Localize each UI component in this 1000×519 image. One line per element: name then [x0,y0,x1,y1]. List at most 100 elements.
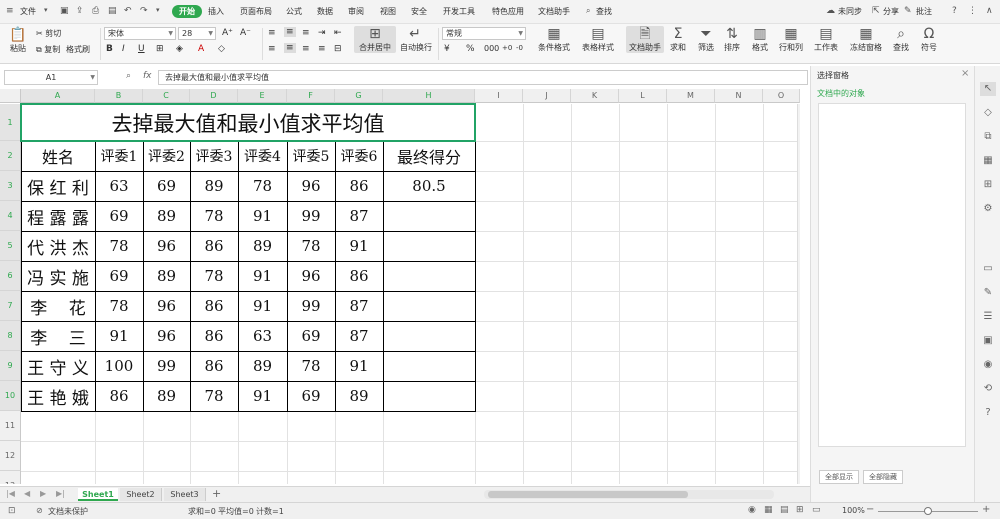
worksheet-button[interactable]: ▤ 工作表 [812,26,840,53]
zoom-level[interactable]: 100% [842,506,865,515]
data-cell[interactable] [383,261,475,291]
help-icon[interactable]: ? [952,6,957,16]
header-cell[interactable]: 最终得分 [383,141,475,171]
data-cell[interactable]: 96 [143,321,190,351]
data-cell[interactable]: 78 [287,231,335,261]
menu-icon[interactable]: ≡ [6,6,14,16]
tab-view[interactable]: 视图 [380,6,396,17]
row-header-3[interactable]: 3 [0,171,21,201]
font-name-select[interactable]: 宋体 ▼ [104,27,176,40]
tab-security[interactable]: 安全 [411,6,427,17]
header-cell[interactable]: 评委1 [95,141,143,171]
indent-icon[interactable]: ⇥ [318,28,326,38]
sheet-tab-3[interactable]: Sheet3 [164,488,206,501]
freeze-button[interactable]: ▦ 冻结窗格 [848,26,884,53]
data-cell[interactable]: 96 [287,261,335,291]
next-sheet-icon[interactable]: ▶ [40,489,46,498]
shapes-icon[interactable]: ◇ [980,106,996,120]
data-cell[interactable]: 63 [95,171,143,201]
row-header-10[interactable]: 10 [0,381,21,411]
name-box[interactable]: A1 ▼ [4,70,98,85]
tab-page-layout[interactable]: 页面布局 [240,6,272,17]
sort-button[interactable]: ⇅ 排序 [722,26,742,53]
align-top-icon[interactable]: ≡ [268,28,276,38]
zoom-in-icon[interactable]: + [982,504,990,515]
column-header-n[interactable]: N [715,89,763,103]
data-cell[interactable]: 78 [190,201,238,231]
merge-center-button[interactable]: ⊞ 合并居中 [354,26,396,53]
column-header-o[interactable]: O [763,89,800,103]
symbol-button[interactable]: Ω 符号 [918,26,940,53]
row-header-9[interactable]: 9 [0,351,21,381]
protect-status[interactable]: 文档未保护 [48,506,88,517]
column-header-b[interactable]: B [95,89,143,103]
format-painter-button[interactable]: 格式刷 [66,44,90,55]
tab-formula[interactable]: 公式 [286,6,302,17]
data-cell[interactable]: 87 [335,291,383,321]
data-cell[interactable]: 86 [335,261,383,291]
data-cell[interactable]: 96 [143,291,190,321]
close-icon[interactable]: × [961,68,969,79]
font-color-icon[interactable]: A [198,44,204,54]
justify-icon[interactable]: ≡ [318,44,326,54]
export-icon[interactable]: ⇪ [76,6,84,16]
format-button[interactable]: ▥ 格式 [750,26,770,53]
data-cell[interactable] [383,231,475,261]
data-cell[interactable]: 87 [335,321,383,351]
paste-button[interactable]: 📋 粘贴 [6,27,30,54]
share-button[interactable]: 分享 [883,6,899,17]
tab-special[interactable]: 特色应用 [492,6,524,17]
row-header-1[interactable]: 1 [0,104,21,141]
percent-icon[interactable]: % [466,44,475,54]
sheet-tab-2[interactable]: Sheet2 [120,488,162,501]
row-header-5[interactable]: 5 [0,231,21,261]
underline-icon[interactable]: U [138,44,145,54]
data-cell[interactable]: 86 [190,351,238,381]
conditional-format-button[interactable]: ▦ 条件格式 [534,26,574,53]
select-all-corner[interactable] [0,89,21,103]
data-cell[interactable]: 78 [95,291,143,321]
redo-icon[interactable]: ↷ [140,6,148,16]
data-cell[interactable] [383,291,475,321]
hide-all-button[interactable]: 全部隐藏 [863,470,903,484]
vertical-scrollbar[interactable] [797,104,800,484]
align-center-icon[interactable]: ≡ [284,43,296,53]
row-header-6[interactable]: 6 [0,261,21,291]
currency-icon[interactable]: ¥ [444,44,450,54]
data-cell[interactable]: 63 [238,321,287,351]
macro-icon[interactable]: ⊡ [8,506,16,516]
data-cell[interactable] [383,321,475,351]
page-layout-icon[interactable]: ▤ [780,505,789,515]
number-format-select[interactable]: 常规 ▼ [442,27,526,40]
copy-button[interactable]: ⧉ 复制 [36,44,60,55]
comment-button[interactable]: 批注 [916,6,932,17]
zoom-out-icon[interactable]: − [866,504,874,515]
data-cell[interactable]: 78 [95,231,143,261]
tab-developer[interactable]: 开发工具 [443,6,475,17]
search-button[interactable]: 查找 [596,6,612,17]
data-cell[interactable]: 78 [190,381,238,411]
data-cell[interactable] [383,351,475,381]
column-header-l[interactable]: L [619,89,667,103]
menu-file[interactable]: 文件 [20,6,36,17]
sheet-tab-1[interactable]: Sheet1 [78,488,118,501]
row-header-2[interactable]: 2 [0,141,21,171]
page-break-icon[interactable]: ⊞ [796,505,804,515]
tab-home[interactable]: 开始 [172,5,202,18]
header-cell[interactable]: 评委6 [335,141,383,171]
panel-icon[interactable]: ▭ [980,262,996,276]
data-cell[interactable]: 78 [238,171,287,201]
data-cell[interactable]: 100 [95,351,143,381]
data-cell[interactable]: 99 [287,201,335,231]
data-cell[interactable]: 保 红 利 [21,171,95,201]
table-style-button[interactable]: ▤ 表格样式 [578,26,618,53]
thousands-icon[interactable]: 000 [484,44,499,53]
data-cell[interactable]: 91 [238,201,287,231]
data-cell[interactable]: 86 [190,321,238,351]
data-cell[interactable]: 96 [143,231,190,261]
reading-icon[interactable]: ▭ [812,505,821,515]
row-header-12[interactable]: 12 [0,441,21,471]
column-header-k[interactable]: K [571,89,619,103]
data-cell[interactable]: 78 [287,351,335,381]
data-cell[interactable]: 89 [190,171,238,201]
